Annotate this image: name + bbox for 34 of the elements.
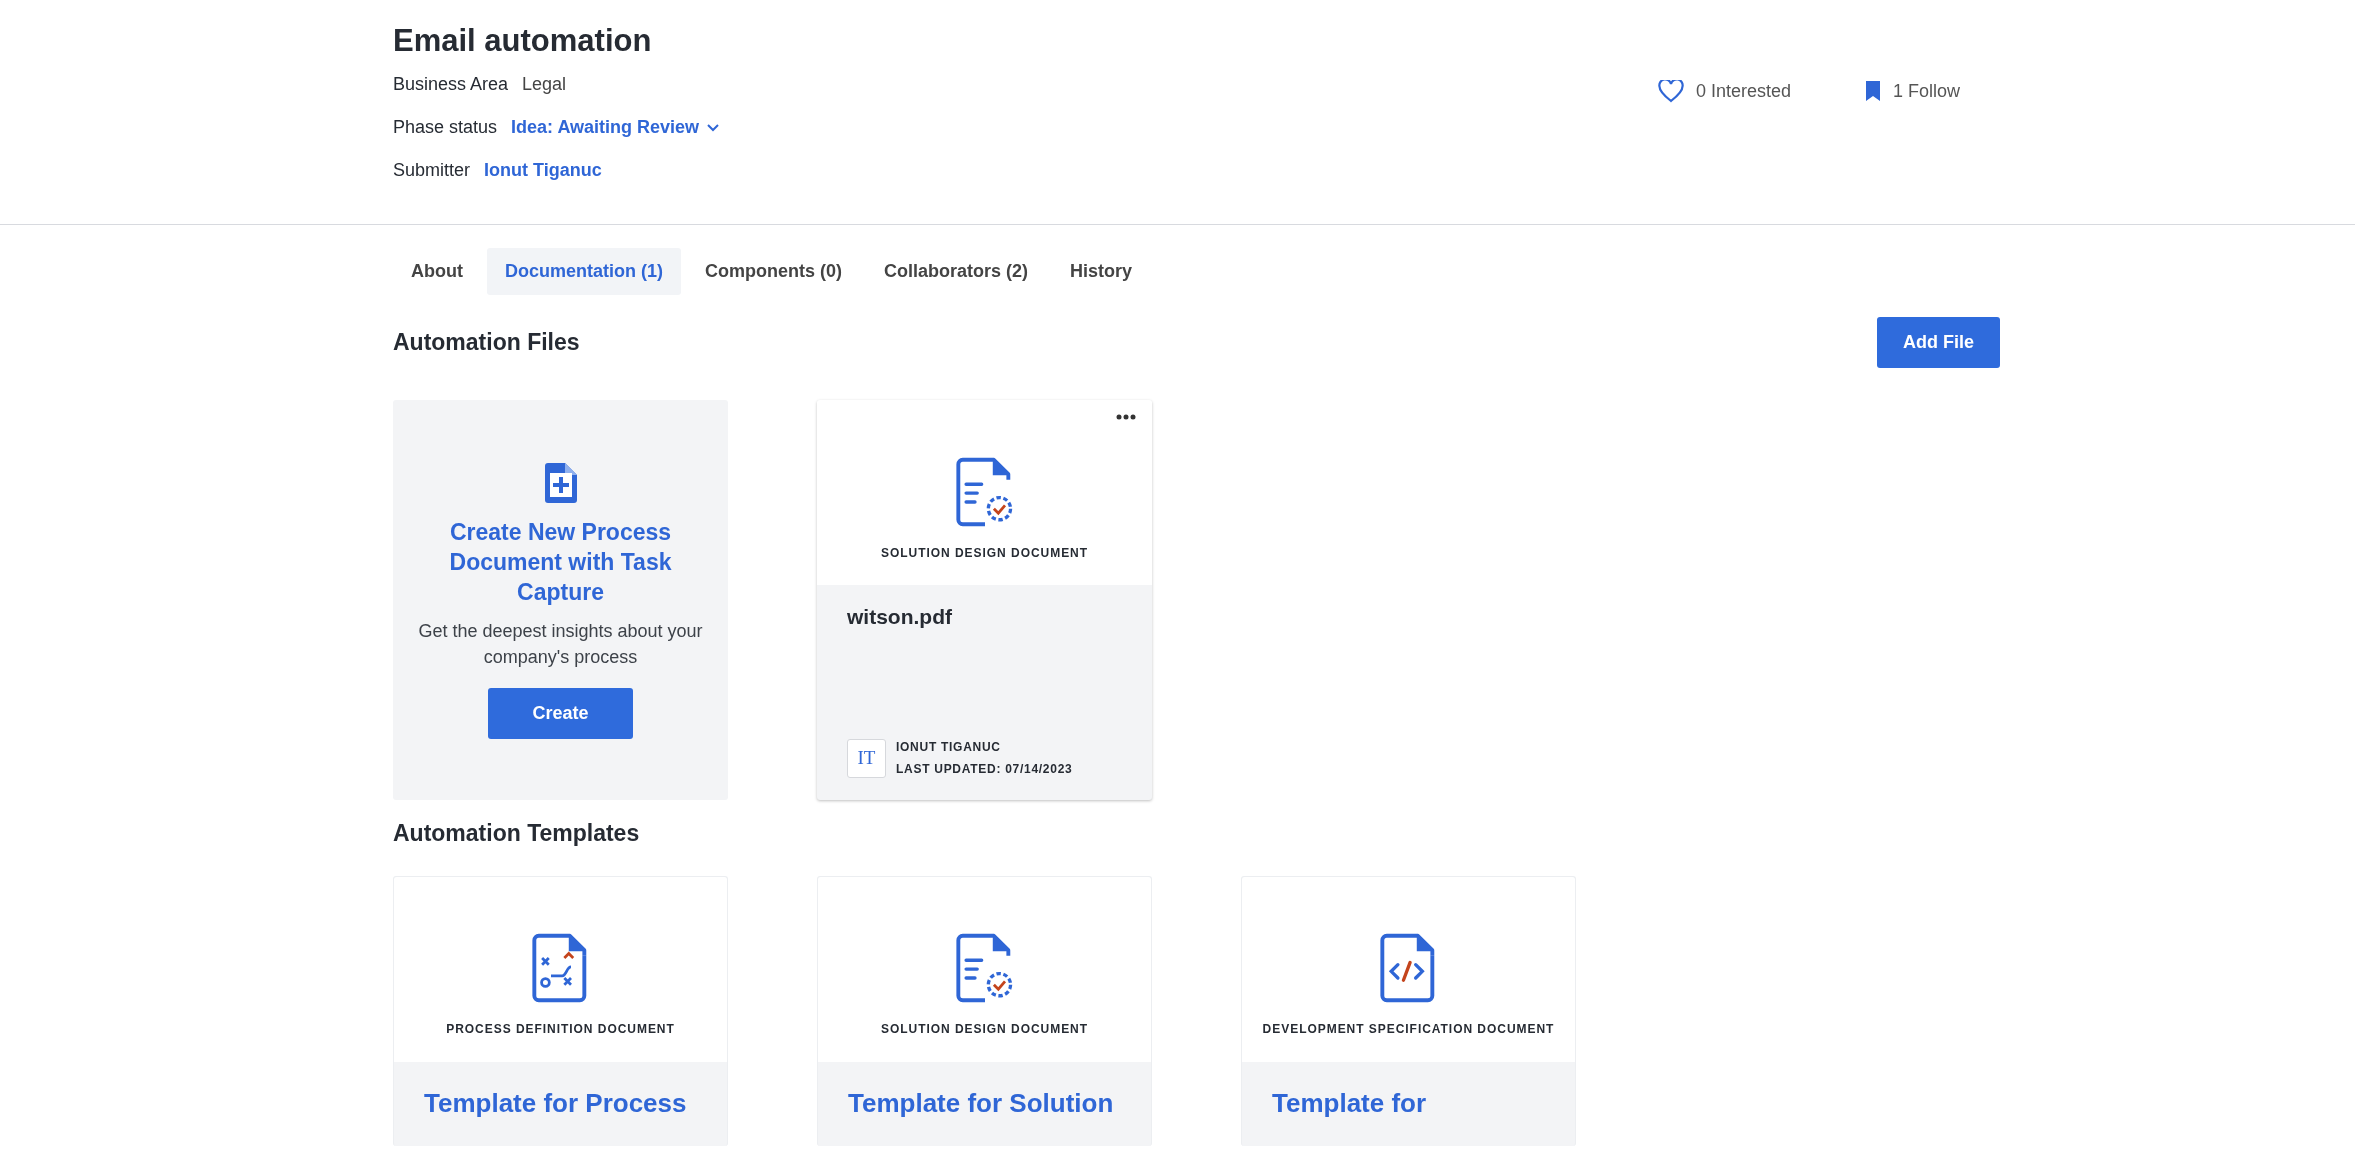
interested-count: 0 Interested [1695, 79, 1791, 103]
file-name: witson.pdf [847, 604, 953, 631]
field-label: Business Area [393, 73, 509, 97]
tab[interactable]: Components (0) [687, 248, 860, 296]
tab[interactable]: About [393, 248, 481, 296]
tab[interactable]: Collaborators (2) [866, 248, 1047, 296]
page-title: Email automation [393, 22, 653, 60]
submitter-link[interactable]: Ionut Tiganuc [484, 157, 602, 185]
tab[interactable]: History [1052, 248, 1151, 296]
author-name: IONUT TIGANUC [896, 739, 1002, 756]
template-title: Template for Solution [847, 1086, 1115, 1120]
template-card[interactable]: DEVELOPMENT SPECIFICATION DOCUMENT Template for [1241, 875, 1576, 1146]
section-heading: Automation Files [393, 328, 580, 357]
document-type: SOLUTION DESIGN DOCUMENT [880, 1021, 1088, 1039]
section-heading: Automation Templates [393, 820, 640, 848]
template-card[interactable]: SOLUTION DESIGN DOCUMENT Template for Solution [817, 875, 1152, 1146]
add-file-button[interactable]: Add File [1877, 317, 2000, 369]
tab[interactable]: Documentation (1) [487, 248, 681, 296]
status-dropdown[interactable]: Idea: Awaiting Review [511, 114, 720, 142]
card-title: Create New Process Document with Task Capture [448, 518, 673, 607]
last-updated: LAST UPDATED: 07/14/2023 [896, 760, 1073, 778]
template-title: Template for [1271, 1086, 1428, 1120]
avatar: IT [847, 739, 886, 779]
document-type: SOLUTION DESIGN DOCUMENT [880, 544, 1088, 562]
template-card[interactable]: PROCESS DEFINITION DOCUMENT Template for Process [393, 875, 728, 1146]
card-description: Get the deepest insights about your company's process [417, 619, 704, 669]
follow-count: 1 Follow [1892, 79, 1960, 103]
document-type: PROCESS DEFINITION DOCUMENT [446, 1021, 675, 1039]
field-label: Submitter [393, 159, 471, 183]
field-value: Legal [522, 73, 567, 97]
create-button[interactable]: Create [488, 688, 633, 740]
document-type: DEVELOPMENT SPECIFICATION DOCUMENT [1262, 1021, 1555, 1039]
field-label: Phase status [393, 116, 498, 140]
template-title: Template for Process [423, 1086, 688, 1120]
